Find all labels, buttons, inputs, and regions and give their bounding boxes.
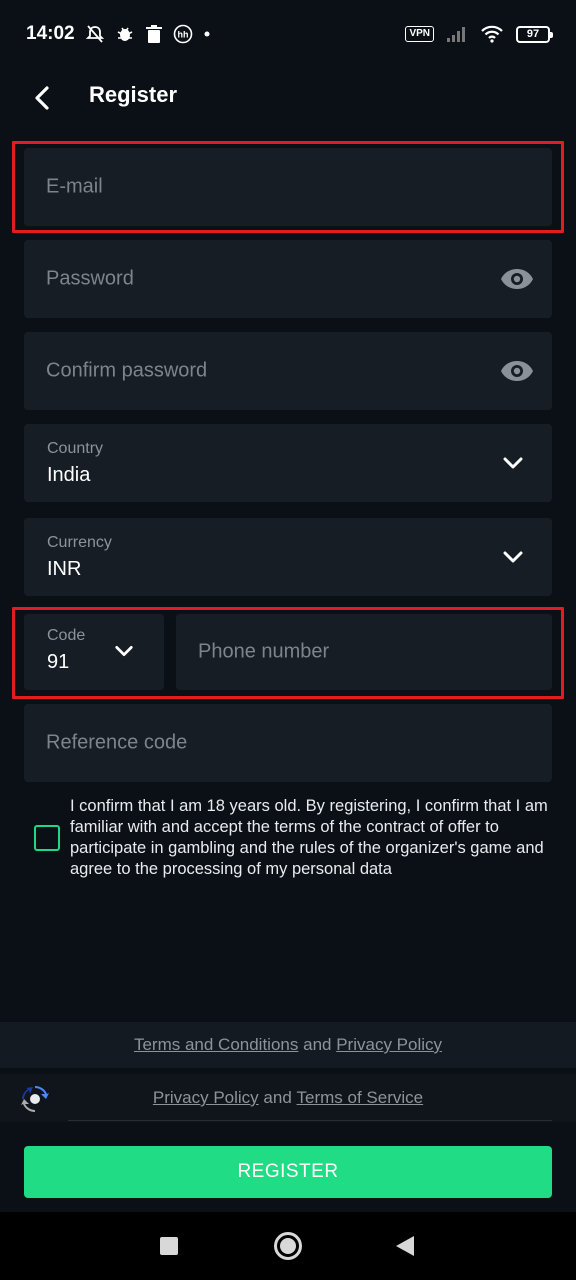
code-label: Code <box>47 627 86 644</box>
recaptcha-row: Privacy Policy and Terms of Service <box>0 1074 576 1122</box>
terms-of-service-link[interactable]: Terms of Service <box>297 1088 424 1108</box>
currency-select[interactable]: Currency INR <box>24 518 552 596</box>
terms-and-conditions-link[interactable]: Terms and Conditions <box>134 1035 298 1055</box>
dot-icon <box>203 30 211 38</box>
eye-icon[interactable] <box>500 359 534 383</box>
age-consent-checkbox[interactable] <box>34 825 60 851</box>
status-bar: 14:02 hh VPN 97 <box>0 0 576 68</box>
phone-number-field[interactable]: Phone number <box>176 614 552 690</box>
eye-icon[interactable] <box>500 267 534 291</box>
svg-text:hh: hh <box>177 30 188 40</box>
reference-placeholder: Reference code <box>46 731 188 754</box>
privacy-policy-link[interactable]: Privacy Policy <box>336 1035 442 1055</box>
chevron-down-icon <box>115 646 133 656</box>
consent-text: I confirm that I am 18 years old. By reg… <box>70 797 548 878</box>
country-value: India <box>47 464 91 486</box>
country-select[interactable]: Country India <box>24 424 552 502</box>
password-field[interactable]: Password <box>24 240 552 318</box>
and-text: and <box>263 1088 292 1107</box>
recaptcha-logo-icon <box>21 1086 49 1112</box>
system-nav-bar <box>0 1212 576 1280</box>
confirm-password-placeholder: Confirm password <box>46 359 208 382</box>
battery-indicator: 97 <box>516 25 553 43</box>
hh-icon: hh <box>173 24 193 44</box>
muted-bell-icon <box>85 24 105 44</box>
currency-label: Currency <box>47 534 112 551</box>
status-time: 14:02 <box>26 23 75 44</box>
phone-placeholder: Phone number <box>198 640 330 663</box>
page-title: Register <box>89 82 178 107</box>
country-label: Country <box>47 440 104 457</box>
wifi-icon <box>480 25 504 43</box>
confirm-password-field[interactable]: Confirm password <box>24 332 552 410</box>
chevron-down-icon <box>503 457 523 469</box>
vpn-badge: VPN <box>405 26 434 42</box>
home-icon[interactable] <box>274 1232 302 1260</box>
back-button[interactable] <box>26 82 58 114</box>
country-code-select[interactable]: Code 91 <box>24 614 164 690</box>
register-button[interactable]: REGISTER <box>24 1146 552 1198</box>
cell-signal-icon <box>446 25 468 43</box>
bug-icon <box>115 24 135 44</box>
divider <box>68 1120 552 1121</box>
chevron-down-icon <box>503 551 523 563</box>
email-placeholder: E-mail <box>46 175 103 198</box>
back-triangle-icon[interactable] <box>396 1236 414 1256</box>
code-value: 91 <box>47 651 70 673</box>
terms-bar: Terms and Conditions and Privacy Policy <box>0 1022 576 1068</box>
recent-apps-icon[interactable] <box>160 1237 178 1255</box>
app-header: Register <box>0 68 576 126</box>
reference-code-field[interactable]: Reference code <box>24 704 552 782</box>
currency-value: INR <box>47 558 82 580</box>
chevron-left-icon <box>35 86 49 110</box>
recaptcha-privacy-link[interactable]: Privacy Policy <box>153 1088 259 1108</box>
email-field[interactable]: E-mail <box>24 148 552 226</box>
trash-icon <box>145 24 163 44</box>
password-placeholder: Password <box>46 267 134 290</box>
and-text: and <box>303 1035 332 1054</box>
